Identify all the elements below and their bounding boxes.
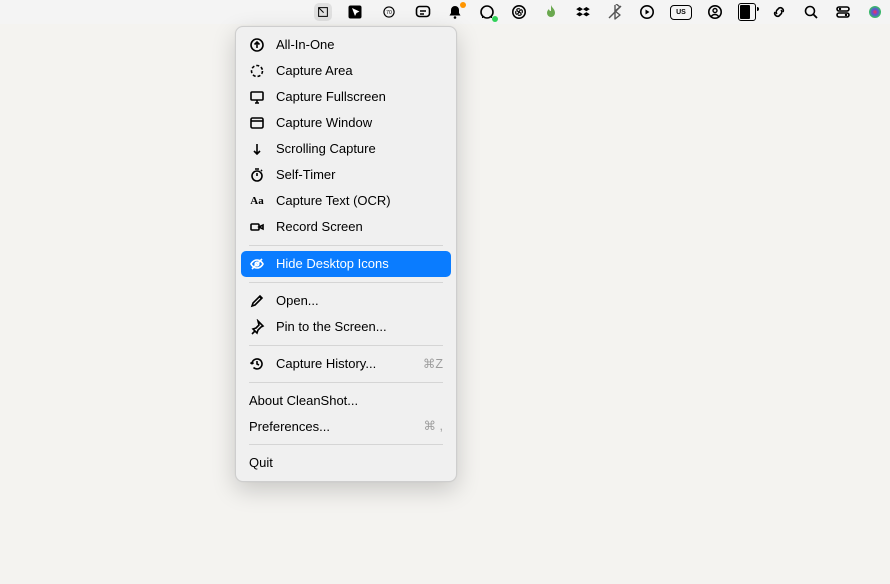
search-icon[interactable]: [802, 3, 820, 21]
message-icon[interactable]: [414, 3, 432, 21]
window-icon: [249, 115, 265, 131]
menu-item-accel: ⌘ ,: [424, 419, 443, 434]
menu-item-label: Quit: [249, 455, 443, 471]
play-circle-icon[interactable]: [638, 3, 656, 21]
stopwatch-icon: [249, 167, 265, 183]
menu-separator: [249, 245, 443, 246]
pencil-icon: [249, 293, 265, 309]
control-center-icon[interactable]: [834, 3, 852, 21]
svg-text:70: 70: [386, 10, 392, 16]
menu-separator: [249, 345, 443, 346]
menu-item-all-in-one[interactable]: All-In-One: [241, 32, 451, 58]
menu-separator: [249, 444, 443, 445]
menu-item-history[interactable]: Capture History... ⌘Z: [241, 351, 451, 377]
menu-item-hide-desktop-icons[interactable]: Hide Desktop Icons: [241, 251, 451, 277]
menu-item-capture-area[interactable]: Capture Area: [241, 58, 451, 84]
arrow-down-icon: [249, 141, 265, 157]
menu-item-label: All-In-One: [276, 37, 443, 53]
input-us-icon[interactable]: US: [670, 5, 692, 20]
menu-item-label: Capture Fullscreen: [276, 89, 443, 105]
crop-icon: [249, 63, 265, 79]
menu-item-open[interactable]: Open...: [241, 288, 451, 314]
menu-item-scrolling-capture[interactable]: Scrolling Capture: [241, 136, 451, 162]
menu-item-capture-fullscreen[interactable]: Capture Fullscreen: [241, 84, 451, 110]
battery-icon[interactable]: [738, 3, 756, 21]
flame-icon[interactable]: [542, 3, 560, 21]
menu-item-about[interactable]: About CleanShot...: [241, 388, 451, 414]
menu-item-label: Open...: [276, 293, 443, 309]
cleanshot-icon[interactable]: [314, 3, 332, 21]
menu-item-label: Capture Text (OCR): [276, 193, 443, 209]
link-icon[interactable]: [770, 3, 788, 21]
temp-70-icon[interactable]: 70: [378, 3, 400, 21]
menu-separator: [249, 382, 443, 383]
menu-item-label: Self-Timer: [276, 167, 443, 183]
circle-up-icon: [249, 37, 265, 53]
aa-icon: Aa: [249, 193, 265, 209]
menu-item-label: Pin to the Screen...: [276, 319, 443, 335]
menu-item-pin[interactable]: Pin to the Screen...: [241, 314, 451, 340]
user-circle-icon[interactable]: [706, 3, 724, 21]
menu-item-capture-text[interactable]: Aa Capture Text (OCR): [241, 188, 451, 214]
menu-item-label: About CleanShot...: [249, 393, 443, 409]
menu-item-preferences[interactable]: Preferences... ⌘ ,: [241, 414, 451, 440]
menu-item-self-timer[interactable]: Self-Timer: [241, 162, 451, 188]
siri-icon[interactable]: [866, 3, 884, 21]
menu-item-label: Capture Area: [276, 63, 443, 79]
cursor-app-icon[interactable]: [346, 3, 364, 21]
menu-item-label: Capture Window: [276, 115, 443, 131]
menu-item-label: Hide Desktop Icons: [276, 256, 443, 272]
pin-icon: [249, 319, 265, 335]
bell-icon[interactable]: [446, 3, 464, 21]
menu-item-accel: ⌘Z: [423, 357, 443, 372]
menu-item-label: Capture History...: [276, 356, 412, 372]
menu-item-label: Scrolling Capture: [276, 141, 443, 157]
bluetooth-off-icon[interactable]: [606, 3, 624, 21]
menu-separator: [249, 282, 443, 283]
menubar: 70 US: [0, 0, 890, 24]
menu-item-label: Preferences...: [249, 419, 413, 435]
video-icon: [249, 219, 265, 235]
menu-item-capture-window[interactable]: Capture Window: [241, 110, 451, 136]
cleanshot-menu: All-In-One Capture Area Capture Fullscre…: [235, 26, 457, 482]
clock-rewind-icon: [249, 356, 265, 372]
display-icon: [249, 89, 265, 105]
dropbox-icon[interactable]: [574, 3, 592, 21]
eye-slash-icon: [249, 256, 265, 272]
fan-icon[interactable]: [510, 3, 528, 21]
menu-item-quit[interactable]: Quit: [241, 450, 451, 476]
menu-item-label: Record Screen: [276, 219, 443, 235]
menu-item-record-screen[interactable]: Record Screen: [241, 214, 451, 240]
headphones-icon[interactable]: [478, 3, 496, 21]
